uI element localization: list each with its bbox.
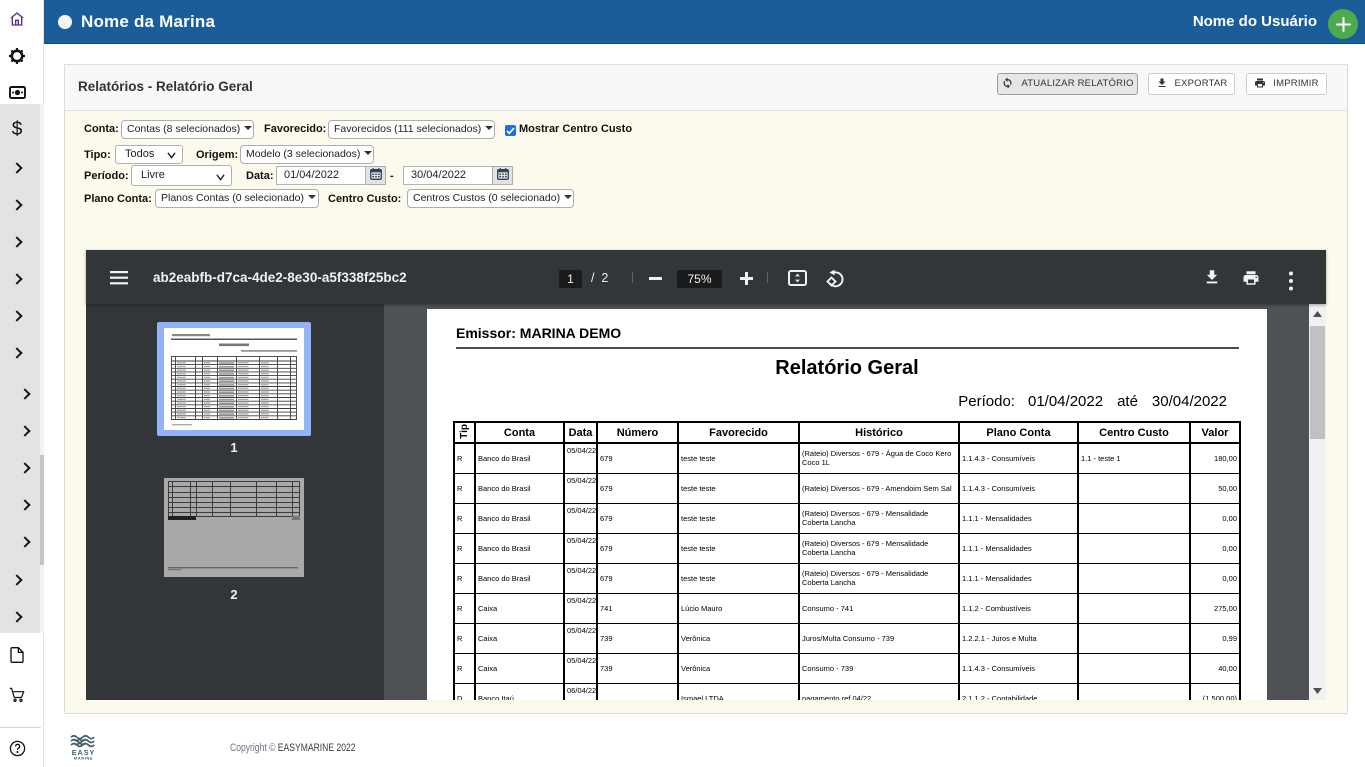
svg-text:MARINE: MARINE	[74, 756, 93, 761]
